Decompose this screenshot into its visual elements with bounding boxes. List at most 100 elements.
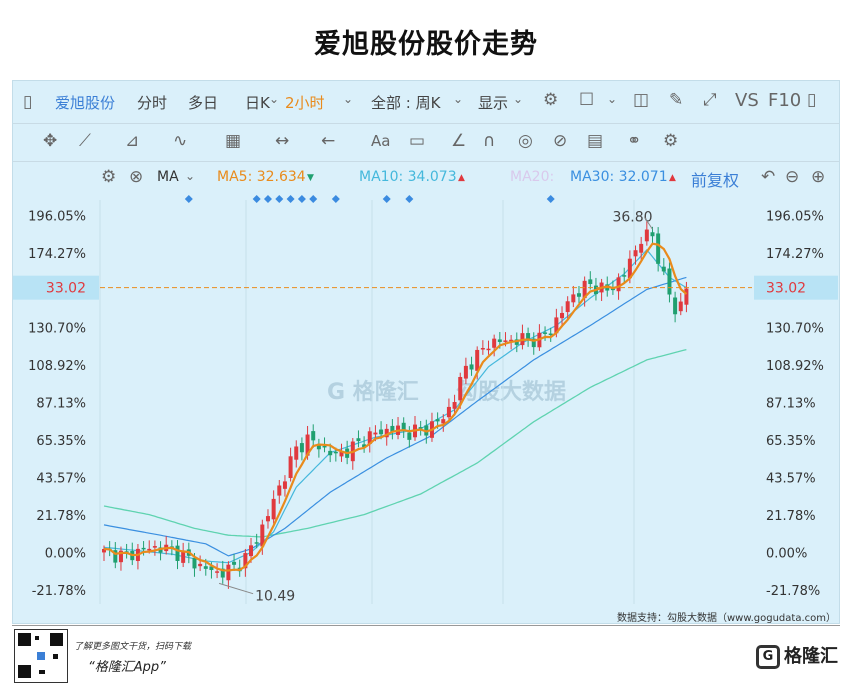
candle-body xyxy=(147,548,152,551)
candle-body xyxy=(644,229,649,242)
event-marker-icon xyxy=(275,195,284,203)
event-marker-icon xyxy=(405,195,414,203)
candle-body xyxy=(288,456,293,479)
candle-body xyxy=(333,451,338,454)
y-tick-label-left: 196.05% xyxy=(28,209,86,224)
y-tick-label-right: 130.70% xyxy=(766,322,824,337)
current-price-right: 33.02 xyxy=(766,281,806,297)
candle-body xyxy=(175,545,180,561)
ma5-line xyxy=(103,242,688,572)
current-price-left: 33.02 xyxy=(46,281,86,297)
candle-body xyxy=(492,338,497,348)
y-tick-label-right: 21.78% xyxy=(766,509,816,524)
candle-body xyxy=(486,348,491,351)
y-tick-label-right: 87.13% xyxy=(766,397,816,412)
candle-body xyxy=(458,376,463,401)
y-tick-label-left: 174.27% xyxy=(28,247,86,262)
event-marker-icon xyxy=(309,195,318,203)
candle-body xyxy=(198,563,203,567)
y-tick-label-left: 108.92% xyxy=(28,359,86,374)
y-tick-label-left: 21.78% xyxy=(36,509,86,524)
event-marker-icon xyxy=(263,195,272,203)
candle-body xyxy=(254,542,259,544)
y-tick-label-right: 65.35% xyxy=(766,434,816,449)
event-marker-icon xyxy=(546,195,555,203)
footer-divider xyxy=(12,625,840,626)
candle-body xyxy=(661,266,666,272)
candle-body xyxy=(684,288,689,305)
candle-body xyxy=(401,422,406,430)
event-marker-icon xyxy=(331,195,340,203)
candle-body xyxy=(503,340,508,342)
y-tick-label-left: -21.78% xyxy=(32,584,86,599)
candle-body xyxy=(650,232,655,237)
footer-app-name: “格隆汇App” xyxy=(88,660,166,675)
candle-body xyxy=(526,333,531,339)
candle-body xyxy=(656,233,661,264)
candle-body xyxy=(299,443,304,453)
y-tick-label-right: 108.92% xyxy=(766,359,824,374)
candle-body xyxy=(271,498,276,520)
candle-body xyxy=(322,445,327,448)
candle-body xyxy=(497,339,502,342)
candle-body xyxy=(141,547,146,550)
y-tick-label-right: 174.27% xyxy=(766,247,824,262)
chart-svg: 196.05%196.05%174.27%174.27%152.49%152.4… xyxy=(13,195,838,605)
y-tick-label-left: 43.57% xyxy=(36,472,86,487)
candle-body xyxy=(249,545,254,557)
candle-body xyxy=(588,279,593,285)
candle-body xyxy=(480,348,485,350)
candle-body xyxy=(311,431,316,441)
event-marker-icon xyxy=(382,195,391,203)
candle-body xyxy=(622,275,627,277)
y-tick-label-right: -21.78% xyxy=(766,584,820,599)
candle-body xyxy=(203,566,208,569)
candle-body xyxy=(356,438,361,442)
candle-body xyxy=(667,268,672,295)
candle-body xyxy=(265,516,270,522)
footer-tagline: 了解更多图文干货，扫码下载 xyxy=(74,642,192,652)
event-marker-icon xyxy=(297,195,306,203)
candle-body xyxy=(639,243,644,253)
candle-body xyxy=(418,427,423,429)
candle-body xyxy=(678,301,683,312)
event-marker-icon xyxy=(184,195,193,203)
candle-body xyxy=(571,294,576,303)
candle-body xyxy=(226,564,231,581)
y-tick-label-right: 0.00% xyxy=(766,546,807,561)
ma20-line xyxy=(103,276,687,557)
candle-body xyxy=(475,349,480,371)
y-tick-label-left: 0.00% xyxy=(45,546,86,561)
candle-body xyxy=(373,432,378,435)
low-pointer xyxy=(218,582,254,595)
candle-body xyxy=(576,293,581,297)
candle-body xyxy=(469,364,474,370)
candle-body xyxy=(560,312,565,319)
candle-body xyxy=(181,551,186,563)
candle-body xyxy=(192,557,197,569)
low-price-label: 10.49 xyxy=(255,589,295,605)
event-marker-icon xyxy=(286,195,295,203)
candle-body xyxy=(294,446,299,460)
ma30-line xyxy=(103,348,687,538)
high-price-label: 36.80 xyxy=(612,209,652,225)
candle-body xyxy=(543,332,548,334)
y-tick-label-left: 87.13% xyxy=(36,397,86,412)
candle-body xyxy=(328,450,333,456)
candle-body xyxy=(673,297,678,315)
candle-body xyxy=(435,419,440,422)
y-tick-label-left: 130.70% xyxy=(28,322,86,337)
candle-body xyxy=(379,429,384,435)
brand-logo: G 格隆汇 xyxy=(756,642,838,669)
candle-body xyxy=(232,561,237,565)
ma10-line xyxy=(103,248,687,564)
candle-body xyxy=(565,301,570,313)
candle-body xyxy=(446,406,451,418)
candle-body xyxy=(616,277,621,292)
event-marker-icon xyxy=(252,195,261,203)
candle-body xyxy=(407,432,412,440)
data-source-credit: 数据支持：勾股大数据（www.gogudata.com） xyxy=(616,613,836,624)
y-tick-label-right: 196.05% xyxy=(766,209,824,224)
candle-body xyxy=(463,365,468,379)
candle-body xyxy=(215,571,220,573)
